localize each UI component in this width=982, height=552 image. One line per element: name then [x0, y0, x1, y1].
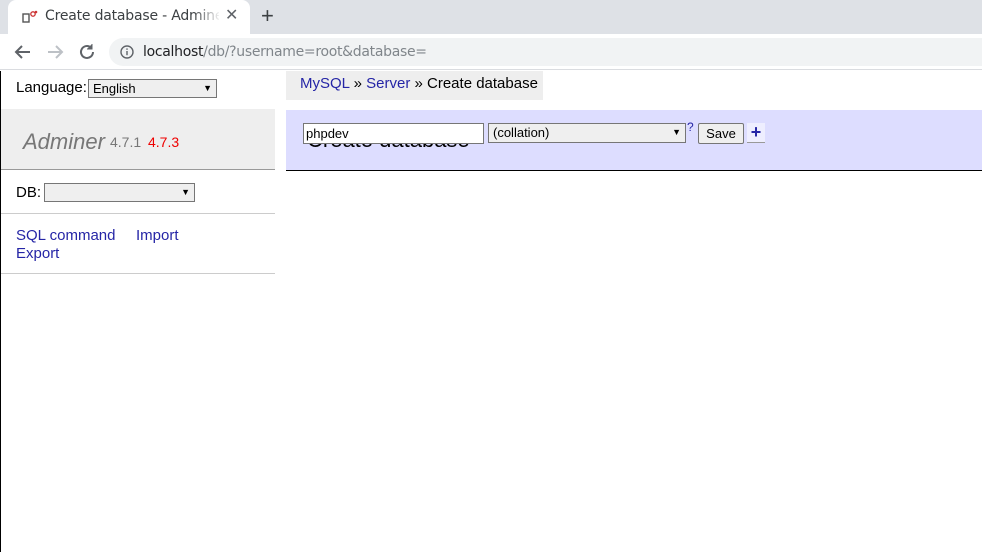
db-select[interactable]: ▼	[44, 183, 195, 202]
version-current: 4.7.1	[110, 134, 142, 150]
breadcrumb: MySQL » Server » Create database	[286, 71, 543, 100]
page: Language: English ▼ Adminer 4.7.1 4.7.3 …	[0, 71, 982, 552]
add-plus-icon[interactable]: +	[747, 123, 765, 143]
db-label: DB:	[16, 184, 42, 201]
collation-select[interactable]: (collation) ▼	[488, 123, 686, 143]
language-label: Language:	[16, 79, 87, 96]
save-button[interactable]: Save	[698, 123, 744, 144]
forward-arrow-icon[interactable]	[44, 41, 66, 63]
new-tab-button[interactable]: +	[261, 4, 274, 28]
sidebar-divider	[1, 273, 275, 274]
dropdown-arrow-icon: ▼	[181, 187, 190, 197]
back-arrow-icon[interactable]	[12, 41, 34, 63]
adminer-favicon-icon	[22, 10, 38, 23]
database-name-input[interactable]	[303, 123, 484, 144]
sidebar-brand: Adminer 4.7.1 4.7.3	[1, 109, 275, 170]
reload-icon[interactable]	[76, 41, 98, 63]
address-bar[interactable]: localhost/db/?username=root&database=	[109, 38, 982, 66]
breadcrumb-server-link[interactable]: Server	[366, 75, 410, 92]
breadcrumb-mysql-link[interactable]: MySQL	[300, 75, 349, 92]
import-link[interactable]: Import	[136, 227, 179, 244]
browser-toolbar: localhost/db/?username=root&database=	[0, 34, 982, 70]
language-selector: Language:	[16, 79, 87, 96]
sidebar-divider	[1, 213, 275, 214]
breadcrumb-current: Create database	[427, 75, 538, 92]
tab-close-icon[interactable]: ✕	[225, 8, 238, 24]
url-text: localhost/db/?username=root&database=	[143, 44, 427, 60]
adminer-logo-link[interactable]: Adminer	[23, 129, 105, 155]
browser-tab[interactable]: Create database - Adminer ✕	[8, 0, 250, 34]
dropdown-arrow-icon: ▼	[672, 127, 681, 137]
version-update-link[interactable]: 4.7.3	[148, 134, 179, 150]
collation-help-link[interactable]: ?	[687, 120, 694, 134]
info-icon[interactable]	[120, 45, 134, 59]
browser-tabstrip: Create database - Adminer ✕ +	[0, 0, 982, 34]
sql-command-link[interactable]: SQL command	[16, 227, 116, 244]
language-select[interactable]: English ▼	[88, 79, 217, 98]
export-link[interactable]: Export	[16, 245, 59, 262]
dropdown-arrow-icon: ▼	[203, 83, 212, 93]
